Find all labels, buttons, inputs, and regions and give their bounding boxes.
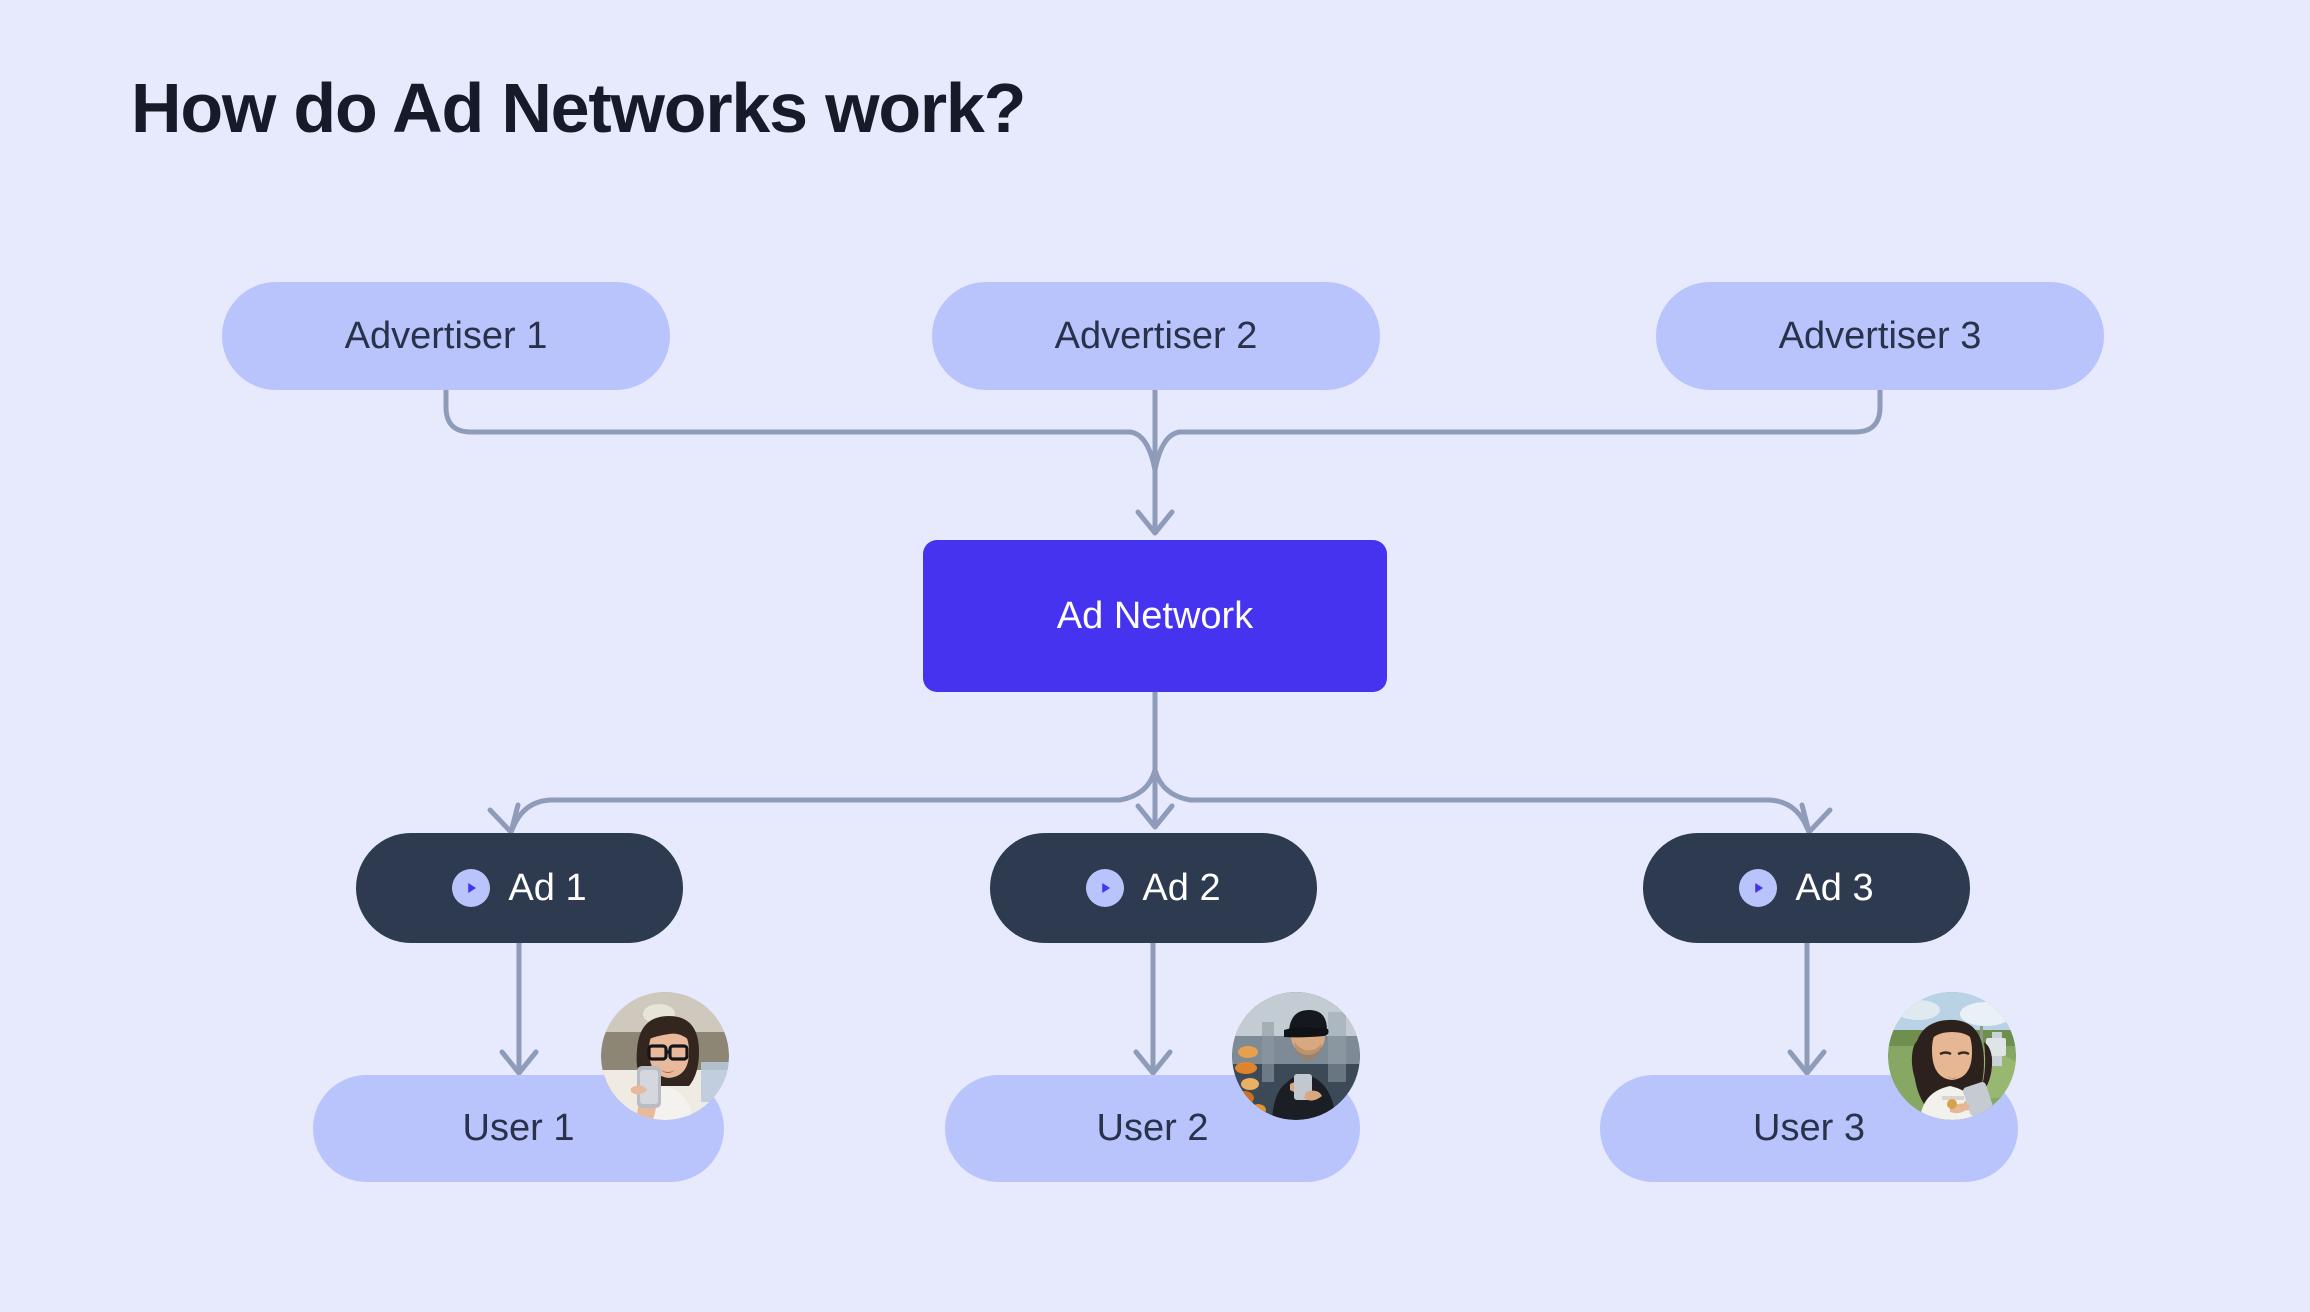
connector-split-right [1152,767,1772,803]
ad-2-node[interactable]: Ad 2 [990,833,1317,943]
play-icon [1739,869,1778,907]
arrowhead-into-ad1 [487,802,521,835]
user-1-avatar [601,992,729,1120]
user-2-label: User 2 [1096,1107,1209,1149]
advertiser-1-node[interactable]: Advertiser 1 [222,282,670,390]
arrowhead-into-ad3 [1799,802,1833,835]
page-title: How do Ad Networks work? [131,69,1026,147]
connector-merge-left [1127,429,1158,473]
ad-1-label: Ad 1 [508,866,587,909]
arrowhead-into-user1 [499,1049,539,1076]
user-3-label: User 3 [1753,1107,1865,1149]
advertiser-2-label: Advertiser 2 [1054,314,1258,357]
connector-hub-to-ad1 [509,797,554,833]
ad-3-label: Ad 3 [1795,866,1874,909]
ad-2-label: Ad 2 [1142,866,1221,909]
connector-merge-right [1152,429,1183,473]
user-1-label: User 1 [462,1107,575,1149]
user-3-avatar [1888,992,2016,1120]
arrowhead-into-user3 [1787,1049,1827,1076]
arrowhead-into-user2 [1133,1049,1173,1076]
connector-hub-to-ad3 [1766,797,1811,833]
diagram-canvas: How do Ad Networks work? Advertiser 1 Ad… [0,0,2310,1312]
advertiser-1-label: Advertiser 1 [344,314,548,357]
advertiser-3-label: Advertiser 3 [1778,314,1982,357]
advertiser-2-node[interactable]: Advertiser 2 [932,282,1380,390]
play-icon [452,869,491,907]
connector-advertiser3-to-hub [1177,387,1883,435]
connector-split-left [548,767,1158,803]
advertiser-3-node[interactable]: Advertiser 3 [1656,282,2104,390]
connector-advertiser1-to-hub [443,387,1133,435]
ad-1-node[interactable]: Ad 1 [356,833,683,943]
play-icon [1086,869,1125,907]
ad-3-node[interactable]: Ad 3 [1643,833,1970,943]
ad-network-node[interactable]: Ad Network [923,540,1387,692]
arrowhead-into-ad2 [1135,803,1175,830]
ad-network-label: Ad Network [1056,594,1254,637]
arrowhead-into-hub [1135,509,1175,536]
user-2-avatar [1232,992,1360,1120]
